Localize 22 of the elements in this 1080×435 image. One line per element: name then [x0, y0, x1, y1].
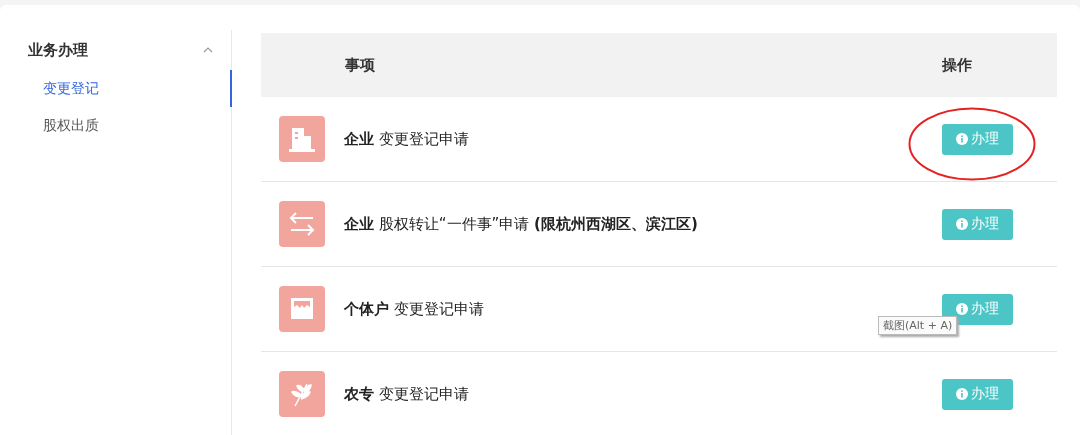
item-title: 企业 变更登记申请: [344, 129, 470, 149]
sidebar-item[interactable]: 股权出质: [0, 107, 232, 144]
item-title: 个体户 变更登记申请: [344, 299, 485, 319]
wheat-icon: [279, 371, 325, 417]
shop-icon: [279, 286, 325, 332]
info-icon: [956, 388, 968, 400]
tooltip: 截图(Alt + A): [878, 316, 958, 335]
building-icon: [279, 116, 325, 162]
item-title: 农专 变更登记申请: [344, 384, 470, 404]
menu-group-title[interactable]: 业务办理: [28, 40, 88, 60]
column-header: 操作: [942, 55, 973, 75]
handle-button[interactable]: 办理: [942, 208, 1013, 240]
sidebar-item[interactable]: 变更登记: [0, 70, 232, 107]
chevron-up-icon[interactable]: [203, 47, 213, 53]
column-header: 事项: [344, 55, 376, 75]
swap-arrows-icon: [279, 201, 325, 247]
item-title: 企业 股权转让“一件事”申请 (限杭州西湖区、滨江区): [344, 214, 699, 234]
info-icon: [956, 218, 968, 230]
handle-button[interactable]: 办理: [942, 378, 1013, 410]
info-icon: [956, 303, 968, 315]
info-icon: [956, 133, 968, 145]
handle-button[interactable]: 办理: [942, 123, 1013, 155]
